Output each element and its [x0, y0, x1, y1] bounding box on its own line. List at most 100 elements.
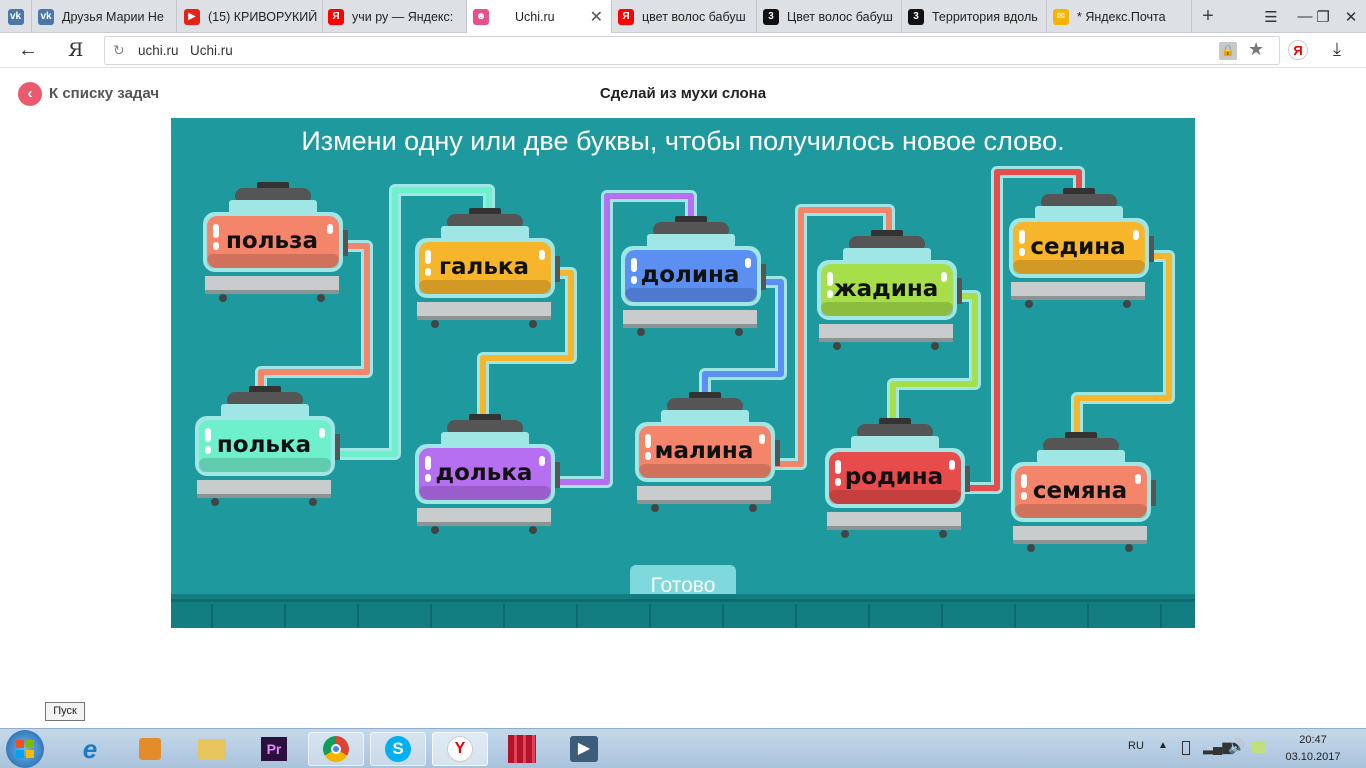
jar-neck	[843, 248, 931, 262]
file-explorer-icon[interactable]	[184, 732, 240, 766]
jar-valve	[335, 434, 340, 460]
premiere-icon[interactable]: Pr	[246, 732, 302, 766]
floor-divider	[1087, 604, 1089, 628]
floor-divider	[649, 604, 651, 628]
jar-shade	[829, 490, 961, 504]
show-hidden-icons-icon[interactable]: ▲	[1158, 740, 1168, 751]
wheel-icon	[529, 526, 537, 534]
address-bar: ← Я ↻ uchi.ru Uchi.ru 🔒 ★ Я ⤓	[0, 33, 1366, 68]
tab-title: цвет волос бабуш	[642, 9, 746, 24]
taskbar: e Pr S Y ▶ RU ▲ ▂▄▆ 🔊 20:47 03.10.2017	[0, 728, 1366, 768]
back-arrow-icon[interactable]: ←	[18, 39, 38, 62]
jar-valve	[761, 264, 766, 290]
volume-icon[interactable]: 🔊	[1228, 738, 1245, 755]
chrome-icon[interactable]	[308, 732, 364, 766]
jar-shade	[1015, 504, 1147, 518]
yandex-account-icon[interactable]: Я	[1288, 40, 1308, 60]
url-field[interactable]: ↻ uchi.ru Uchi.ru 🔒 ★	[104, 36, 1280, 65]
browser-tab[interactable]: 3 Цвет волос бабуш	[757, 0, 902, 33]
url-page-title: Uchi.ru	[190, 43, 233, 58]
tab-title: Друзья Марии Не	[62, 9, 164, 24]
wheel-icon	[219, 294, 227, 302]
floor-divider	[284, 604, 286, 628]
media-player-icon[interactable]	[122, 732, 178, 766]
jar-word: польза	[226, 228, 318, 254]
floor-strip	[171, 594, 1195, 628]
browser-tab[interactable]: ✉ * Яндекс.Почта	[1047, 0, 1192, 33]
browser-tab[interactable]: vk Друзья Марии Не	[32, 0, 177, 33]
wheel-icon	[1027, 544, 1035, 552]
jar-neck	[441, 226, 529, 240]
menu-icon[interactable]: ☰	[1254, 0, 1288, 33]
jar-shade	[199, 458, 331, 472]
jar-cart-edge	[623, 324, 757, 328]
jar-cart-edge	[819, 338, 953, 342]
close-tab-icon[interactable]: ✕	[590, 7, 603, 27]
language-indicator[interactable]: RU	[1128, 740, 1144, 752]
jar-cart-edge	[205, 290, 339, 294]
wheel-icon	[1123, 300, 1131, 308]
floor-divider	[430, 604, 432, 628]
battery-icon[interactable]	[1182, 741, 1190, 755]
jar-neck	[1037, 450, 1125, 464]
wheel-icon	[931, 342, 939, 350]
uchi-icon: ☻	[473, 8, 489, 25]
wheel-icon	[841, 530, 849, 538]
skype-icon[interactable]: S	[370, 732, 426, 766]
close-window-icon[interactable]: ✕	[1334, 0, 1366, 33]
downloads-icon[interactable]: ⤓	[1333, 39, 1341, 60]
clock-date[interactable]: 03.10.2017	[1280, 751, 1346, 763]
new-tab-button[interactable]: +	[1190, 0, 1226, 33]
jar-cart-edge	[827, 526, 961, 530]
vk-icon: vk	[7, 8, 24, 25]
instruction-text: Измени одну или две буквы, чтобы получил…	[301, 126, 1065, 156]
vk-icon: vk	[38, 8, 54, 25]
video-player-icon[interactable]: ▶	[556, 732, 612, 766]
tab-title: Территория вдоль	[932, 9, 1038, 24]
winrar-icon[interactable]	[494, 732, 550, 766]
jar-word: седина	[1030, 234, 1126, 260]
jar-shade	[1013, 260, 1145, 274]
tab-title: Uchi.ru	[515, 9, 555, 24]
wheel-icon	[735, 328, 743, 336]
browser-tab[interactable]: ▶ (15) КРИВОРУКИЙ	[178, 0, 323, 33]
bookmark-star-icon[interactable]: ★	[1248, 39, 1264, 60]
browser-tab[interactable]: 3 Территория вдоль	[902, 0, 1047, 33]
browser-tab[interactable]: Яучи ру — Яндекс:	[322, 0, 467, 33]
internet-explorer-icon[interactable]: e	[62, 732, 118, 766]
clock-time[interactable]: 20:47	[1280, 734, 1346, 746]
jar-word: долька	[435, 460, 533, 486]
wheel-icon	[637, 328, 645, 336]
lock-icon[interactable]: 🔒	[1219, 42, 1237, 60]
jar-cart-edge	[1013, 540, 1147, 544]
pipes-layer	[195, 166, 1175, 552]
jar-word: родина	[844, 464, 944, 490]
tab-bar: vk vk Друзья Марии Не ▶ (15) КРИВОРУКИЙ Яучи…	[0, 0, 1366, 33]
wheel-icon	[749, 504, 757, 512]
floor-divider	[503, 604, 505, 628]
jar-word: семяна	[1032, 478, 1128, 504]
youtube-icon: ▶	[184, 8, 200, 25]
jar-shade	[639, 464, 771, 478]
tab-title: * Яндекс.Почта	[1077, 9, 1166, 24]
wheel-icon	[651, 504, 659, 512]
floor-divider	[357, 604, 359, 628]
reload-icon[interactable]: ↻	[113, 42, 125, 59]
jar-cart-edge	[1011, 296, 1145, 300]
jar-neck	[229, 200, 317, 214]
jar-valve	[957, 278, 962, 304]
browser-tab[interactable]: Яцвет волос бабуш	[612, 0, 757, 33]
pinned-tab-vk[interactable]: vk	[0, 0, 32, 33]
yandex-browser-icon[interactable]: Y	[432, 732, 488, 766]
yandex-logo-icon[interactable]: Я	[68, 39, 83, 61]
jar-cart-edge	[417, 522, 551, 526]
page-title: Сделай из мухи слона	[599, 85, 767, 102]
notification-icon[interactable]	[1252, 741, 1266, 753]
jar-word: полька	[216, 432, 312, 458]
jar-neck	[1035, 206, 1123, 220]
jar-neck	[661, 410, 749, 424]
browser-tab[interactable]: ☻ Uchi.ru ✕	[467, 0, 612, 33]
mail-icon: ✉	[1053, 8, 1069, 25]
wheel-icon	[211, 498, 219, 506]
start-button-icon[interactable]	[6, 730, 44, 768]
